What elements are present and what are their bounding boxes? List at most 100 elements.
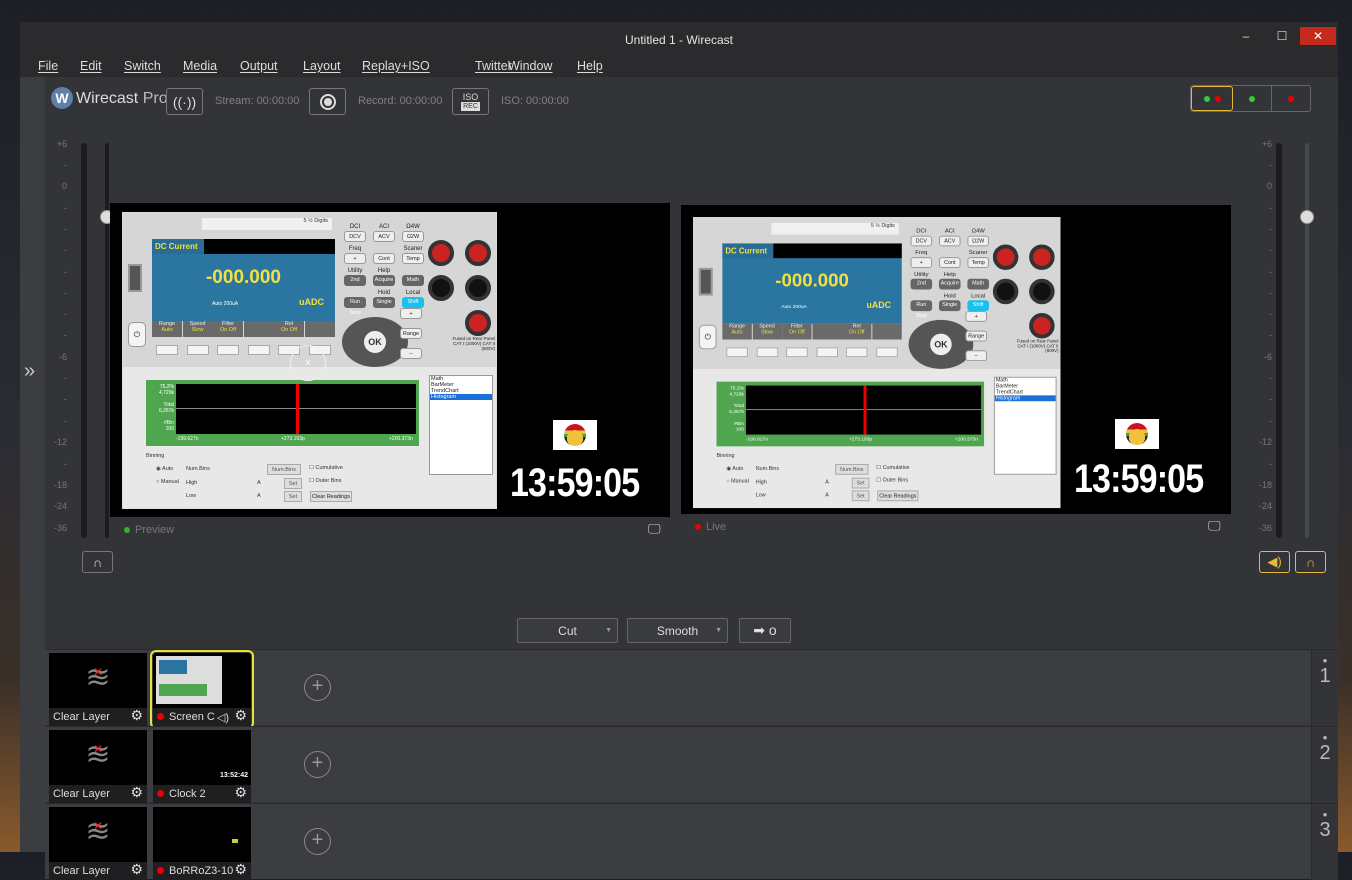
view-list: Math BarMeter TrendChart Histogram [993, 376, 1057, 475]
volume-knob-right[interactable] [1300, 210, 1314, 224]
meter-tick: - [64, 267, 67, 277]
audio-level-meter-left [81, 143, 87, 538]
menu-edit[interactable]: Edit [80, 59, 102, 73]
meter-tick: +6 [1261, 139, 1272, 149]
layer-row-1: ▲▼≋✕Clear Layer⚙Screen C◁)⚙+●1 [45, 649, 1338, 729]
dual-view-button[interactable] [1191, 86, 1233, 111]
preview-only-button[interactable] [1233, 86, 1272, 111]
minimize-button[interactable]: – [1228, 27, 1264, 45]
rec-label: REC [461, 101, 480, 111]
meter-tick: - [64, 459, 67, 469]
live-only-button[interactable] [1272, 86, 1310, 111]
record-button[interactable] [309, 88, 346, 115]
power-button-icon: ⏻ [698, 324, 717, 350]
headphones-button-right[interactable]: ∩ [1295, 551, 1326, 573]
avatar-thumbnail [232, 839, 238, 843]
meter-tick: -36 [1258, 523, 1272, 533]
left-panel-strip: » [20, 77, 45, 852]
meter-tick: 0 [1266, 181, 1272, 191]
meter-tick: - [1269, 203, 1272, 213]
meter-tick: - [1269, 459, 1272, 469]
menu-bar: File Edit Switch Media Output Layout Replay+IS… [20, 55, 1338, 77]
rotate-handle[interactable]: × [290, 345, 326, 381]
expand-panel-icon[interactable]: » [24, 360, 35, 383]
maximize-button[interactable]: ☐ [1264, 27, 1300, 45]
meter-tick: - [1269, 394, 1272, 404]
speaker-icon: ◀) [1267, 554, 1282, 569]
go-button[interactable]: ➡ o [739, 618, 791, 643]
preview-monitor-icon[interactable]: 🖵 [648, 521, 661, 537]
gear-icon[interactable]: ⚙ [130, 862, 143, 878]
gear-icon[interactable]: ⚙ [130, 708, 143, 724]
live-indicator [157, 867, 164, 874]
volume-slider-right[interactable] [1305, 143, 1309, 538]
digits-label: 5 ½ Digits [771, 222, 899, 235]
close-button[interactable]: ✕ [1300, 27, 1336, 45]
gear-icon[interactable]: ⚙ [234, 785, 247, 801]
range-key: Range [965, 330, 987, 342]
layer-number[interactable]: ● 2 [1311, 727, 1338, 803]
meter-tick: - [1269, 288, 1272, 298]
live-monitor-icon[interactable]: 🖵 [1208, 518, 1221, 534]
shot-clear-layer[interactable]: ≋ ✕ Clear Layer ⚙ [49, 653, 147, 726]
softkey-button [786, 347, 808, 358]
layer-number[interactable]: ● 1 [1311, 650, 1338, 726]
layer-number[interactable]: ● 3 [1311, 804, 1338, 880]
layer-row-3: ▲▼≋✕Clear Layer⚙BoRRoZ3-10⚙+●3 [45, 803, 1338, 880]
shot-borroz3-10[interactable]: BoRRoZ3-10 ⚙ [153, 807, 251, 880]
gear-icon[interactable]: ⚙ [234, 862, 247, 878]
add-shot-button[interactable]: + [304, 751, 331, 778]
headphones-icon: ∩ [92, 554, 103, 570]
menu-twitter[interactable]: Twitter [475, 59, 512, 73]
menu-file[interactable]: File [38, 59, 58, 73]
gear-icon[interactable]: ⚙ [234, 708, 247, 724]
headphones-button-left[interactable]: ∩ [82, 551, 113, 573]
title-bar: Untitled 1 - Wirecast – ☐ ✕ [20, 22, 1338, 55]
meter-front-panel: 5 ½ Digits ⏻ DC Current -000.000 Auto 20… [693, 217, 1061, 369]
reading-value: -000.000 [775, 270, 849, 292]
wifi-icon: ((·)) [172, 93, 197, 110]
volume-slider-left[interactable] [105, 143, 109, 538]
input-jack [1029, 313, 1055, 339]
brand-label: Wirecast Pro [76, 90, 168, 107]
speaker-button[interactable]: ◀) [1259, 551, 1290, 573]
key-label: DCI [916, 228, 927, 235]
menu-switch[interactable]: Switch [124, 59, 161, 73]
add-shot-button[interactable]: + [304, 674, 331, 701]
menu-help[interactable]: Help [577, 59, 603, 73]
shot-clear-layer[interactable]: ≋ ✕ Clear Layer ⚙ [49, 807, 147, 880]
key-label: Local [971, 293, 986, 300]
cut-transition-dropdown[interactable]: Cut ▼ [517, 618, 618, 643]
menu-output[interactable]: Output [240, 59, 278, 73]
key-label: Freq [915, 250, 928, 257]
shot-clear-layer[interactable]: ≋ ✕ Clear Layer ⚙ [49, 730, 147, 803]
shot-label: BoRRoZ3-10 ⚙ [153, 862, 251, 880]
menu-media[interactable]: Media [183, 59, 217, 73]
smooth-transition-dropdown[interactable]: Smooth ▼ [627, 618, 728, 643]
clear-layer-icon: ≋ ✕ [85, 815, 111, 848]
clear-layer-icon: ≋ ✕ [85, 738, 111, 771]
shot-screen-c[interactable]: Screen C ◁) ⚙ [150, 650, 254, 729]
iso-record-button[interactable]: ISO REC [452, 88, 489, 115]
meter-tick: +6 [56, 139, 67, 149]
meter-key: Run Stop [910, 300, 933, 319]
menu-replayiso[interactable]: Replay+ISO [362, 59, 430, 73]
softkey: Range Auto [722, 323, 752, 340]
gear-icon[interactable]: ⚙ [130, 785, 143, 801]
meter-tick: -24 [53, 501, 67, 511]
stream-button[interactable]: ((·)) [166, 88, 203, 115]
unit-label: uADC [866, 300, 891, 311]
menu-layout[interactable]: Layout [303, 59, 341, 73]
menu-window[interactable]: Window [508, 59, 552, 73]
add-shot-button[interactable]: + [304, 828, 331, 855]
softkey-button [726, 347, 748, 358]
meter-tick: - [1269, 373, 1272, 383]
preview-label: Preview [124, 524, 174, 536]
shot-clock-2[interactable]: 13:52:42 Clock 2 ⚙ [153, 730, 251, 803]
preview-canvas[interactable]: 5 ½ Digits ⏻ DC Current -000.000 Auto 20… [110, 203, 670, 517]
mode-label: DC Current [722, 243, 774, 259]
fuse-note: Fused on Rear Panel CAT I (1000V) CAT II … [1016, 338, 1059, 354]
meter-tick: - [1269, 267, 1272, 277]
input-jack [1029, 278, 1055, 305]
meter-tick: - [64, 373, 67, 383]
